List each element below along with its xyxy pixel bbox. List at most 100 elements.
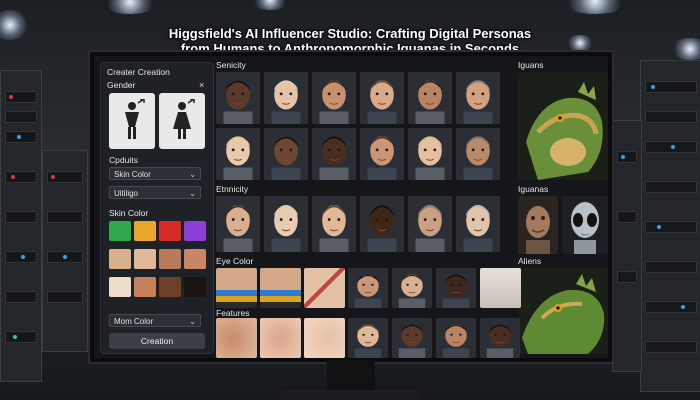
portrait-image [360,196,404,252]
etnicity-portrait[interactable] [360,196,404,252]
skin-color-select-value: Skin Color [114,170,151,179]
chevron-down-icon: ⌄ [189,317,196,326]
etnicity-portrait[interactable] [216,196,260,252]
feature-portrait[interactable] [392,318,432,358]
portrait-image [392,318,432,358]
section-aliens: Aliens [518,256,542,266]
eye-color-portrait[interactable] [348,268,388,308]
senicity-portrait[interactable] [408,72,452,124]
alien-portrait[interactable] [562,196,608,254]
eye-closeup-tile[interactable] [260,268,301,308]
iguana-humanoid[interactable] [518,196,558,254]
server-rack-right-2 [612,120,642,372]
app-screen: Creater Creation Gender × Cpduits Skin C… [94,56,608,358]
alien-image [562,196,608,254]
skin-swatch[interactable] [159,277,181,297]
gender-female-option[interactable] [159,93,205,149]
portrait-image [436,318,476,358]
gender-label: Gender [107,80,136,90]
eye-closeup-tile[interactable] [216,268,257,308]
chevron-down-icon: ⌄ [189,170,196,179]
section-iguanas: Iguanas [518,184,549,194]
portrait-image [312,128,356,180]
portrait-image [312,72,356,124]
senicity-portrait[interactable] [216,72,260,124]
server-rack-left-2 [42,150,88,352]
portrait-image [408,196,452,252]
alien-iguana-large[interactable] [518,268,608,354]
skin-swatch[interactable] [159,249,181,269]
portrait-image [264,128,308,180]
skin-swatch[interactable] [184,277,206,297]
portrait-image [216,128,260,180]
panel-title: Creater Creation [107,67,170,77]
portrait-image [264,72,308,124]
close-icon[interactable]: × [199,80,204,90]
portrait-image [456,128,500,180]
skin-swatch[interactable] [109,277,131,297]
section-eye-color: Eye Color [216,256,254,266]
feature-portrait[interactable] [480,318,520,358]
feature-closeup-tile[interactable] [304,318,345,358]
monitor-stand-base [280,390,420,400]
senicity-portrait[interactable] [312,72,356,124]
skin-color-select[interactable]: Skin Color ⌄ [109,167,201,180]
portrait-image [408,128,452,180]
outputs-label: Cpduits [109,155,138,165]
feature-portrait[interactable] [348,318,388,358]
alien-iguana-image [518,268,608,354]
server-rack-left [0,70,42,382]
scar-texture-tile[interactable] [304,268,345,308]
etnicity-portrait[interactable] [264,196,308,252]
etnicity-portrait[interactable] [456,196,500,252]
ceiling-light [250,0,290,10]
skin-swatch[interactable] [134,249,156,269]
section-etnicity: Etnnicity [216,184,249,194]
portrait-image [408,72,452,124]
creator-panel: Creater Creation Gender × Cpduits Skin C… [100,62,214,354]
skin-swatch[interactable] [184,221,206,241]
monitor: Creater Creation Gender × Cpduits Skin C… [88,50,614,364]
eye-color-portrait[interactable] [392,268,432,308]
headline-line-1: Higgsfield's AI Influencer Studio: Craft… [168,26,532,41]
skin-swatch[interactable] [109,249,131,269]
senicity-portrait[interactable] [408,128,452,180]
section-iguans: Iguans [518,60,544,70]
iguana-portrait-large[interactable] [518,72,608,180]
portrait-image [216,72,260,124]
senicity-portrait[interactable] [216,128,260,180]
ceiling-light [100,0,160,14]
portrait-image [392,268,432,308]
creation-button[interactable]: Creation [109,333,205,349]
portrait-image [456,72,500,124]
senicity-portrait[interactable] [312,128,356,180]
etnicity-portrait[interactable] [312,196,356,252]
skin-swatch[interactable] [134,277,156,297]
senicity-portrait[interactable] [456,128,500,180]
feature-closeup-tile[interactable] [260,318,301,358]
iguana-image [518,72,608,180]
skin-swatch[interactable] [109,221,131,241]
gender-male-option[interactable] [109,93,155,149]
chevron-down-icon: ⌄ [189,189,196,198]
face-paint-tile[interactable] [480,268,521,308]
portrait-image [348,318,388,358]
vitiligo-select[interactable]: Uitiligo ⌄ [109,186,201,199]
senicity-portrait[interactable] [264,72,308,124]
senicity-portrait[interactable] [264,128,308,180]
skin-swatch[interactable] [159,221,181,241]
eye-color-portrait[interactable] [436,268,476,308]
portrait-image [360,128,404,180]
etnicity-portrait[interactable] [408,196,452,252]
skin-swatch[interactable] [134,221,156,241]
mom-color-select[interactable]: Mom Color ⌄ [109,314,201,327]
feature-closeup-tile[interactable] [216,318,257,358]
senicity-portrait[interactable] [360,128,404,180]
feature-portrait[interactable] [436,318,476,358]
senicity-portrait[interactable] [456,72,500,124]
senicity-portrait[interactable] [360,72,404,124]
portrait-image [312,196,356,252]
skin-swatch[interactable] [184,249,206,269]
portrait-image [360,72,404,124]
skin-color-label: Skin Color [109,208,149,218]
